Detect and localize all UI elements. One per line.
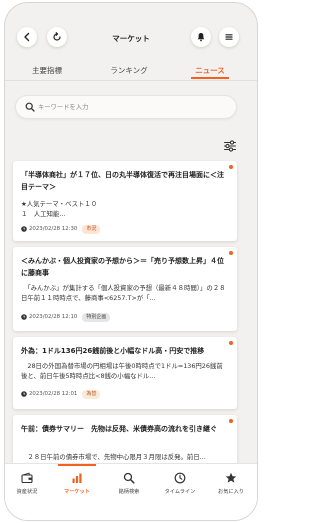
unread-indicator [229,341,233,345]
bottom-navigation: 資産状況 マーケット 銘柄検索 タイムライン お気に入り [5,463,257,520]
news-timestamp: 2023/02/28 12:01 [29,391,78,397]
nav-item-market[interactable]: マーケット [54,464,100,495]
news-title: ＜みんかぶ・個人投資家の予想から＞＝「売り予想数上昇」４位に藤商事 [21,257,224,277]
nav-label: 資産状況 [16,489,38,495]
news-summary: 28日の外国為替市場の円相場は午後0時時点で1ドル=136円26銭前後と、前日午… [21,362,223,380]
tab-bar: 主要指標 ランキング ニュース [5,63,257,83]
clock-icon [21,314,27,320]
notification-button[interactable] [191,27,211,47]
unread-indicator [229,251,233,255]
search-icon [25,102,35,112]
bar-chart-icon [72,473,82,483]
search-box [15,95,237,119]
unread-indicator [229,419,233,423]
search-input[interactable] [38,96,228,118]
bell-icon [197,33,205,42]
news-title: 「半導体商社」が１７位、日の丸半導体復活で再注目場面に＜注目テーマ＞ [21,171,224,191]
clock-icon [174,472,186,484]
nav-item-timeline[interactable]: タイムライン [157,472,203,495]
news-card[interactable]: 外為：1ドル136円26銭前後と小幅なドル高・円安で推移 28日の外国為替市場の… [13,337,237,409]
nav-label: タイムライン [164,489,196,495]
tab-key-indicators[interactable]: 主要指標 [32,65,62,76]
active-tab-indicator [191,77,229,79]
news-meta: 2023/02/28 12:30 市況 [21,224,101,234]
news-summary: ★人気テーマ・ベスト１０ １ 人工知能... [21,200,98,218]
news-category-badge: 特別企画 [82,312,111,322]
nav-item-assets[interactable]: 資産状況 [5,472,50,495]
app-screen: マーケット 主要指標 ランキング ニュース 「半導体商社」が１７位、日の丸半導体… [4,2,258,521]
tab-divider [5,80,257,81]
tab-ranking[interactable]: ランキング [110,65,147,76]
star-icon [225,472,237,483]
news-card[interactable]: 「半導体商社」が１７位、日の丸半導体復活で再注目場面に＜注目テーマ＞ ★人気テー… [13,161,237,241]
clock-icon [21,226,27,232]
news-timestamp: 2023/02/28 12:10 [29,314,78,320]
nav-label: お気に入り [218,489,244,495]
nav-item-stock-search[interactable]: 銘柄検索 [106,472,152,495]
hamburger-menu-icon [225,34,233,40]
news-category-badge: 市況 [82,224,101,234]
news-title: 外為：1ドル136円26銭前後と小幅なドル高・円安で推移 [21,347,205,355]
nav-label: 銘柄検索 [118,489,140,495]
unread-indicator [229,165,233,169]
nav-label: マーケット [64,489,90,495]
news-meta: 2023/02/28 12:01 為替 [21,389,101,399]
news-summary: 「みんかぶ」が集計する「個人投資家の予想（最新４８時間）」の２８日午前１１時時点… [21,284,226,302]
clock-icon [21,391,27,397]
news-card[interactable]: ＜みんかぶ・個人投資家の予想から＞＝「売り予想数上昇」４位に藤商事 「みんかぶ」… [13,247,237,331]
news-title: 午前：債券サマリー 先物は反発、米債券高の流れを引き継ぐ [21,425,217,433]
nav-item-favorites[interactable]: お気に入り [208,472,254,495]
menu-button[interactable] [219,27,239,47]
tab-news[interactable]: ニュース [195,65,225,76]
news-timestamp: 2023/02/28 12:30 [29,226,78,232]
search-icon [123,472,135,484]
filter-settings-icon[interactable] [223,139,237,153]
news-meta: 2023/02/28 12:10 特別企画 [21,312,111,322]
news-category-badge: 為替 [82,389,101,399]
wallet-icon [21,472,33,484]
